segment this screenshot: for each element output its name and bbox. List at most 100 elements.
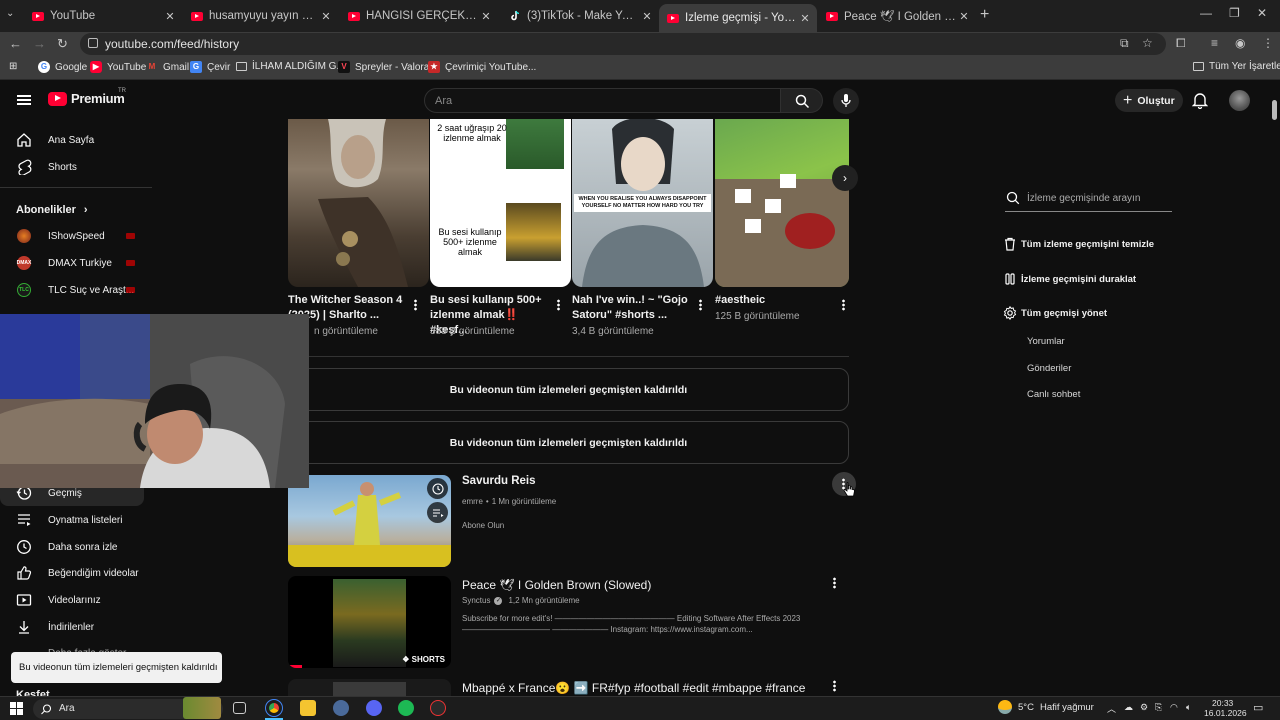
tab-pilot[interactable]: HANGİSİ GERÇEK PİLOT?! ft. @ ✕ (340, 4, 498, 28)
sidebar-item-liked-videos[interactable]: Beğendiğim videolar (0, 560, 150, 586)
site-info-icon[interactable] (88, 38, 98, 48)
apps-grid-icon[interactable]: ⊞ (9, 61, 17, 72)
taskbar-search-input[interactable]: Ara (33, 697, 223, 719)
tray-expand-chevron-icon[interactable]: ︿ (1107, 702, 1116, 715)
more-actions-icon[interactable] (842, 299, 845, 311)
sidebar-item-shorts[interactable]: Shorts (0, 154, 150, 180)
close-tab-icon[interactable]: ✕ (318, 10, 334, 23)
tab-history-active[interactable]: İzleme geçmişi - YouTube ✕ (659, 4, 817, 32)
subscriptions-heading[interactable]: Abonelikler › (16, 204, 88, 216)
channel-name[interactable]: emrre (462, 497, 483, 506)
sidebar-item-downloads[interactable]: İndirilenler (0, 614, 150, 640)
bookmark-folder[interactable]: İLHAM ALDIĞIM G... (236, 61, 345, 72)
notification-center-icon[interactable]: ▭ (1253, 701, 1263, 714)
short-thumbnail-aestheic[interactable] (715, 119, 849, 287)
youtube-premium-logo[interactable]: Premium TR (48, 88, 126, 106)
add-to-queue-icon[interactable] (427, 502, 448, 523)
windows-start-icon[interactable] (10, 702, 23, 715)
clear-history-button[interactable]: Tüm izleme geçmişini temizle (1003, 237, 1154, 251)
tab-search-chevron-icon[interactable]: ⌄ (6, 8, 14, 19)
manage-history-button[interactable]: Tüm geçmişi yönet (1003, 306, 1107, 320)
task-view-icon[interactable] (233, 702, 246, 714)
video-title[interactable]: Savurdu Reis (462, 475, 536, 487)
close-window-icon[interactable]: ✕ (1257, 6, 1267, 20)
sidebar-item-your-videos[interactable]: Videolarınız (0, 587, 150, 613)
close-tab-icon[interactable]: ✕ (639, 10, 655, 23)
sidebar-channel-ishowspeed[interactable]: IShowSpeed (0, 223, 150, 249)
new-tab-icon[interactable]: + (980, 6, 989, 24)
all-bookmarks[interactable]: Tüm Yer İşaretleri (1193, 61, 1280, 72)
shelf-next-arrow-button[interactable]: › (832, 165, 858, 191)
close-tab-icon[interactable]: ✕ (478, 10, 494, 23)
discord-icon[interactable] (366, 700, 382, 716)
media-control-icon[interactable]: ≡ (1211, 36, 1218, 50)
tab-husamyuyu[interactable]: husamyuyu yayın vakti 14 - You ✕ (183, 4, 338, 28)
more-menu-icon[interactable]: ⋮ (1262, 36, 1274, 50)
more-actions-icon[interactable] (699, 299, 702, 311)
sidebar-channel-dmax[interactable]: DMAX DMAX Turkiye (0, 250, 150, 276)
tray-app-icon[interactable]: ⚙ (1140, 702, 1148, 713)
video-title[interactable]: Mbappé x France😮 ➡️ FR#fyp #football #ed… (462, 681, 805, 695)
close-tab-icon[interactable]: ✕ (797, 12, 813, 25)
extensions-icon[interactable]: ⧠ (1176, 36, 1186, 51)
tab-tiktok[interactable]: (3)TikTok - Make Your Day ✕ (501, 4, 659, 28)
short-title[interactable]: Nah I've win..! ~ "Gojo Satoru" #shorts … (572, 293, 692, 323)
restore-icon[interactable]: ❐ (1229, 6, 1240, 20)
page-scrollbar-thumb[interactable] (1272, 100, 1277, 120)
chrome-taskbar-icon[interactable] (265, 699, 283, 717)
install-app-icon[interactable]: ⧉ (1120, 36, 1129, 51)
sidebar-item-home[interactable]: Ana Sayfa (0, 127, 150, 153)
more-actions-icon[interactable] (833, 680, 836, 692)
tray-app-icon[interactable]: ⎘ (1155, 702, 1162, 713)
video-title[interactable]: Peace 🕊 I Golden Brown (Slowed) (462, 578, 651, 592)
voice-search-button[interactable] (833, 88, 859, 114)
tab-youtube[interactable]: YouTube ✕ (24, 4, 182, 28)
more-actions-icon[interactable] (833, 577, 836, 589)
forward-icon[interactable]: → (33, 36, 46, 51)
bookmark-google[interactable]: G Google (38, 61, 87, 73)
weather-text[interactable]: Hafif yağmur (1040, 702, 1094, 713)
sidebar-item-watch-later[interactable]: Daha sonra izle (0, 534, 150, 560)
sidebar-item-playlists[interactable]: Oynatma listeleri (0, 507, 150, 533)
short-title[interactable]: #aestheic (715, 293, 835, 308)
sidebar-channel-tlc[interactable]: TLC TLC Suç ve Araşt... (0, 277, 150, 303)
url-text[interactable]: youtube.com/feed/history (105, 37, 239, 51)
app-icon[interactable] (333, 700, 349, 716)
watch-later-overlay-icon[interactable] (427, 478, 448, 499)
weather-temp[interactable]: 5°C (1018, 702, 1034, 713)
obs-icon[interactable] (430, 700, 446, 716)
spotify-icon[interactable] (398, 700, 414, 716)
menu-icon[interactable] (17, 95, 31, 105)
account-avatar[interactable] (1229, 90, 1250, 111)
volume-icon[interactable]: 🔈︎ (1186, 702, 1191, 713)
clock-date[interactable]: 16.01.2026 (1204, 708, 1247, 718)
minimize-icon[interactable]: — (1200, 6, 1212, 20)
video-thumbnail[interactable] (288, 475, 451, 567)
bookmark-translate[interactable]: G Çevir (190, 61, 230, 73)
history-link-posts[interactable]: Gönderiler (1027, 363, 1071, 374)
create-button[interactable]: + Oluştur (1115, 89, 1183, 112)
more-actions-icon[interactable] (414, 299, 417, 311)
bookmark-youtube[interactable]: ▶ YouTube (90, 61, 146, 73)
bookmark-valorant[interactable]: V Spreyler - Valorant (338, 61, 438, 73)
tab-peace[interactable]: Peace 🕊 I Golden Brown (Slow ✕ (818, 4, 976, 28)
bookmark-star-icon[interactable]: ☆ (1142, 36, 1153, 50)
omnibox[interactable]: youtube.com/feed/history ⧉ ☆ (80, 33, 1166, 55)
weather-icon[interactable] (998, 700, 1012, 714)
more-actions-icon[interactable] (557, 299, 560, 311)
bookmark-online-youtube[interactable]: ★ Çevrimiçi YouTube... (428, 61, 536, 73)
history-search-input[interactable]: İzleme geçmişinde arayın (1005, 186, 1172, 212)
bookmark-gmail[interactable]: M Gmail (146, 61, 189, 73)
search-button[interactable] (781, 88, 823, 113)
short-thumbnail-gojo[interactable]: WHEN YOU REALISE YOU ALWAYS DISAPPOINT Y… (572, 119, 713, 287)
history-link-comments[interactable]: Yorumlar (1027, 336, 1065, 347)
pause-history-button[interactable]: İzleme geçmişini duraklat (1003, 272, 1136, 286)
close-tab-icon[interactable]: ✕ (956, 10, 972, 23)
clock-time[interactable]: 20:33 (1212, 698, 1233, 708)
notifications-bell-icon[interactable] (1192, 92, 1208, 109)
profile-icon[interactable]: ◉ (1235, 36, 1245, 50)
back-icon[interactable]: ← (9, 36, 22, 51)
search-input[interactable]: Ara (424, 88, 781, 113)
video-thumbnail[interactable]: ❖ SHORTS (288, 576, 451, 668)
file-explorer-icon[interactable] (300, 700, 316, 716)
